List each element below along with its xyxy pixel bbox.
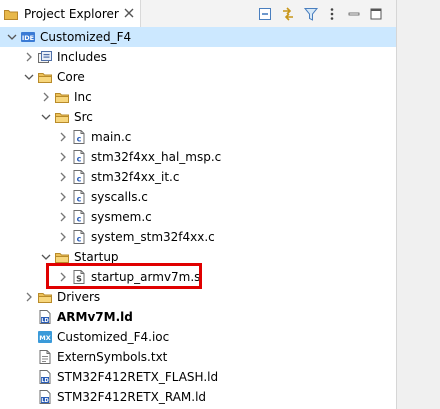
tree-item[interactable]: MX Customized_F4.ioc bbox=[0, 327, 396, 347]
folder-icon bbox=[55, 113, 69, 123]
tree-item[interactable]: LD STM32F412RETX_RAM.ld bbox=[0, 387, 396, 407]
link-icon[interactable] bbox=[280, 6, 296, 22]
maximize-icon[interactable] bbox=[368, 6, 384, 22]
svg-text:IDE: IDE bbox=[22, 34, 34, 42]
tree-item[interactable]: IDE Customized_F4 bbox=[0, 27, 396, 47]
ld-file-icon: LD bbox=[39, 390, 51, 404]
tab-project-explorer[interactable]: Project Explorer bbox=[0, 0, 141, 29]
tree-item-label: Drivers bbox=[57, 290, 101, 304]
tree-item-label: Includes bbox=[57, 50, 107, 64]
minimize-icon[interactable] bbox=[346, 6, 362, 22]
close-icon[interactable] bbox=[121, 5, 137, 21]
tree-item[interactable]: LD STM32F412RETX_FLASH.ld bbox=[0, 367, 396, 387]
svg-text:c: c bbox=[77, 195, 82, 204]
tree-item-label: STM32F412RETX_FLASH.ld bbox=[57, 370, 219, 384]
svg-text:c: c bbox=[77, 155, 82, 164]
filter-icon[interactable] bbox=[303, 6, 319, 22]
tree-item[interactable]: c sysmem.c bbox=[0, 207, 396, 227]
collapse-all-icon[interactable] bbox=[257, 6, 273, 22]
c-file-icon: c bbox=[73, 210, 85, 224]
project-icon: IDE bbox=[21, 32, 35, 42]
chevron-right-icon[interactable] bbox=[57, 171, 69, 183]
ld-file-icon: LD bbox=[39, 310, 51, 324]
editor-area-edge bbox=[396, 0, 440, 409]
svg-text:c: c bbox=[77, 235, 82, 244]
c-file-icon: c bbox=[73, 230, 85, 244]
tree-item-label: Inc bbox=[74, 90, 92, 104]
tree-item-label: stm32f4xx_it.c bbox=[91, 170, 180, 184]
tree-item[interactable]: c stm32f4xx_hal_msp.c bbox=[0, 147, 396, 167]
project-explorer-panel: Project Explorer IDE Customized_F4 Inclu… bbox=[0, 0, 396, 409]
chevron-right-icon[interactable] bbox=[57, 211, 69, 223]
svg-text:LD: LD bbox=[41, 378, 48, 384]
tree-item-label: Src bbox=[74, 110, 93, 124]
svg-text:LD: LD bbox=[41, 398, 48, 404]
folder-icon bbox=[38, 73, 52, 83]
tree-item-label: ExternSymbols.txt bbox=[57, 350, 168, 364]
tree-item-label: Customized_F4 bbox=[40, 30, 132, 44]
tab-label: Project Explorer bbox=[24, 7, 119, 21]
tree-item[interactable]: c system_stm32f4xx.c bbox=[0, 227, 396, 247]
c-file-icon: c bbox=[73, 170, 85, 184]
tree-item-label: system_stm32f4xx.c bbox=[91, 230, 215, 244]
project-explorer-icon bbox=[4, 10, 18, 20]
svg-text:c: c bbox=[77, 215, 82, 224]
tree-item-label: syscalls.c bbox=[91, 190, 148, 204]
svg-text:MX: MX bbox=[39, 334, 50, 342]
folder-icon bbox=[38, 293, 52, 303]
chevron-right-icon[interactable] bbox=[23, 291, 35, 303]
tree-item[interactable]: Inc bbox=[0, 87, 396, 107]
svg-text:c: c bbox=[77, 135, 82, 144]
c-file-icon: c bbox=[73, 190, 85, 204]
tree-item[interactable]: c main.c bbox=[0, 127, 396, 147]
c-file-icon: c bbox=[73, 150, 85, 164]
ld-file-icon: LD bbox=[39, 370, 51, 384]
mx-file-icon: MX bbox=[38, 331, 52, 343]
chevron-right-icon[interactable] bbox=[57, 191, 69, 203]
txt-file-icon bbox=[39, 350, 51, 364]
chevron-down-icon[interactable] bbox=[6, 31, 18, 43]
tree-item-label: sysmem.c bbox=[91, 210, 152, 224]
chevron-down-icon[interactable] bbox=[40, 111, 52, 123]
highlight-annotation bbox=[46, 263, 202, 289]
tree-item-label: STM32F412RETX_RAM.ld bbox=[57, 390, 207, 404]
tree-item[interactable]: Includes bbox=[0, 47, 396, 67]
tree-item[interactable]: c stm32f4xx_it.c bbox=[0, 167, 396, 187]
includes-icon bbox=[38, 51, 52, 63]
tree-item-label: Customized_F4.ioc bbox=[57, 330, 170, 344]
tree-item[interactable]: Src bbox=[0, 107, 396, 127]
view-tab-bar: Project Explorer bbox=[0, 0, 396, 29]
tree-item-label: main.c bbox=[91, 130, 132, 144]
chevron-right-icon[interactable] bbox=[57, 231, 69, 243]
folder-icon bbox=[55, 93, 69, 103]
chevron-right-icon[interactable] bbox=[57, 131, 69, 143]
tree-item[interactable]: ExternSymbols.txt bbox=[0, 347, 396, 367]
chevron-right-icon[interactable] bbox=[23, 51, 35, 63]
chevron-down-icon[interactable] bbox=[23, 71, 35, 83]
chevron-down-icon[interactable] bbox=[40, 251, 52, 263]
tree-item[interactable]: LD ARMv7M.ld bbox=[0, 307, 396, 327]
svg-text:c: c bbox=[77, 175, 82, 184]
tree-item-label: Core bbox=[57, 70, 85, 84]
svg-text:LD: LD bbox=[41, 318, 48, 324]
tree-item-label: stm32f4xx_hal_msp.c bbox=[91, 150, 222, 164]
tree-item[interactable]: Drivers bbox=[0, 287, 396, 307]
more-vertical-icon[interactable] bbox=[324, 6, 340, 22]
c-file-icon: c bbox=[73, 130, 85, 144]
tree-item[interactable]: Core bbox=[0, 67, 396, 87]
chevron-right-icon[interactable] bbox=[40, 91, 52, 103]
chevron-right-icon[interactable] bbox=[57, 151, 69, 163]
tree-item[interactable]: c syscalls.c bbox=[0, 187, 396, 207]
tree-item-label: ARMv7M.ld bbox=[57, 310, 133, 324]
